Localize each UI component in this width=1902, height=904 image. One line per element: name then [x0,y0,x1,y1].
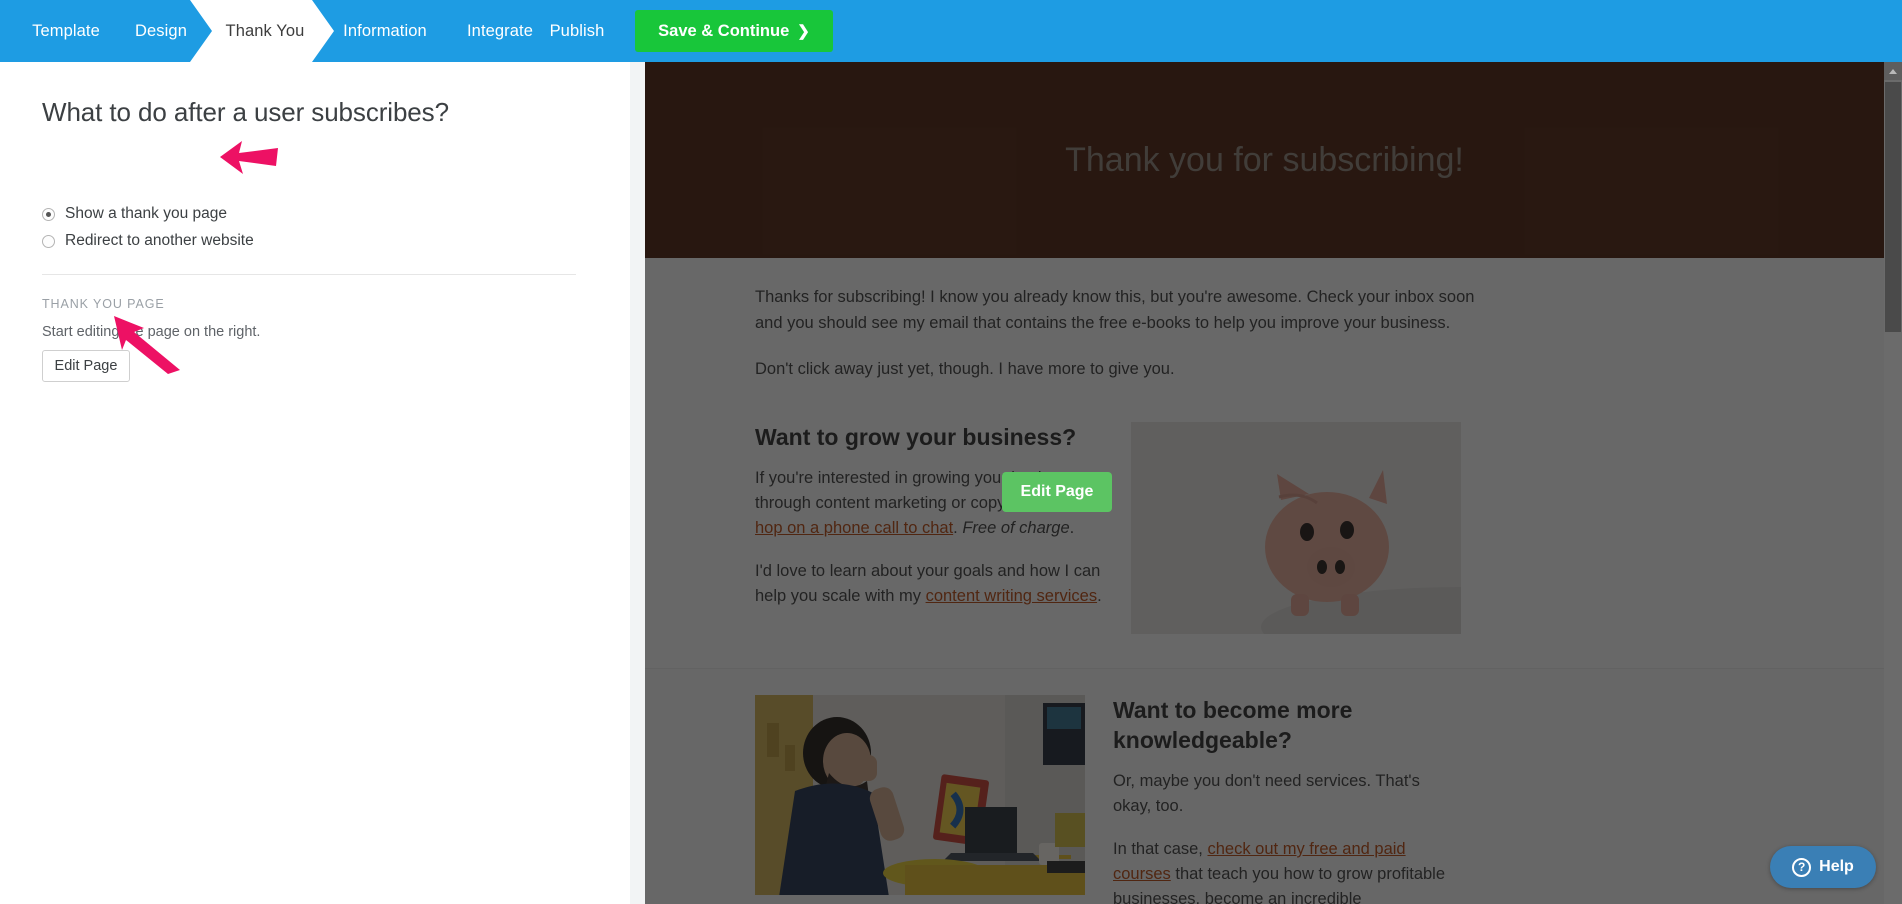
radio-option-label: Show a thank you page [65,205,228,222]
nav-tab-label: Template [32,21,100,40]
text-run: In that case, [1113,840,1208,858]
top-navigation-bar: Template Design Thank You Information In… [0,0,1902,62]
knowledgeable-paragraph-1: Or, maybe you don't need services. That'… [1113,772,1420,815]
nav-tab-label: Information [343,21,427,40]
man-reading-image [755,695,1085,895]
panel-gutter [630,62,645,904]
nav-tab-label: Integrate [466,21,534,40]
thank-you-page-preview[interactable]: Thank you for subscribing! Thanks for su… [645,62,1884,904]
nav-tab-label: Design [135,21,187,40]
nav-tab-information[interactable]: Information [330,0,440,62]
nav-tab-thank-you[interactable]: Thank You [190,0,334,62]
scroll-up-arrow-icon[interactable] [1884,62,1902,80]
overlay-edit-page-button[interactable]: Edit Page [1002,472,1112,512]
grow-section-paragraph-2: I'd love to learn about your goals and h… [755,559,1103,609]
content-writing-services-link[interactable]: content writing services [926,587,1098,605]
knowledgeable-section: Want to become more knowledgeable? Or, m… [645,668,1884,904]
question-mark-icon: ? [1792,857,1812,877]
text-run: . [953,519,963,537]
hero-banner: Thank you for subscribing! [645,62,1884,258]
save-button-label: Save & Continue [658,21,790,40]
radio-option-show-thank-you-page[interactable]: Show a thank you page [42,205,227,223]
vertical-scrollbar-thumb[interactable] [1885,82,1901,332]
settings-panel: What to do after a user subscribes? Show… [0,62,630,904]
nav-tab-label: Publish [549,21,605,40]
section-hint-text: Start editing the page on the right. [42,324,261,340]
section-label-thank-you-page: THANK YOU PAGE [42,297,165,311]
grow-section-heading: Want to grow your business? [755,424,1077,450]
emphasis-text: Free of charge [962,519,1070,537]
text-run: . [1069,519,1075,537]
intro-paragraph: Thanks for subscribing! I know you alrea… [755,288,1475,332]
divider [42,274,576,275]
nav-tab-template[interactable]: Template [20,0,112,62]
save-and-continue-button[interactable]: Save & Continue ❯ [635,10,833,52]
piggy-bank-image [1131,422,1461,634]
hero-title: Thank you for subscribing! [1065,140,1464,179]
help-button[interactable]: ? Help [1770,846,1876,888]
knowledgeable-paragraph-2: In that case, check out my free and paid… [1113,837,1461,904]
nav-tab-publish[interactable]: Publish [525,0,629,62]
edit-page-button[interactable]: Edit Page [42,350,130,382]
grow-business-section: Want to grow your business? If you're in… [645,412,1884,668]
chevron-right-icon: ❯ [797,23,810,40]
nav-tab-design[interactable]: Design [120,0,202,62]
text-run: . [1097,587,1102,605]
radio-button-icon[interactable] [42,234,55,248]
page-title: What to do after a user subscribes? [42,97,449,127]
radio-option-redirect-to-another-website[interactable]: Redirect to another website [42,232,254,250]
nav-tab-label: Thank You [225,21,305,40]
intro-section: Thanks for subscribing! I know you alrea… [645,258,1884,412]
radio-button-icon[interactable] [42,207,55,221]
intro-paragraph: Don't click away just yet, though. I hav… [755,360,1175,378]
help-button-label: Help [1819,858,1854,875]
knowledgeable-section-heading: Want to become more knowledgeable? [1113,697,1353,753]
phone-call-link[interactable]: hop on a phone call to chat [755,519,953,537]
radio-option-label: Redirect to another website [65,232,254,249]
